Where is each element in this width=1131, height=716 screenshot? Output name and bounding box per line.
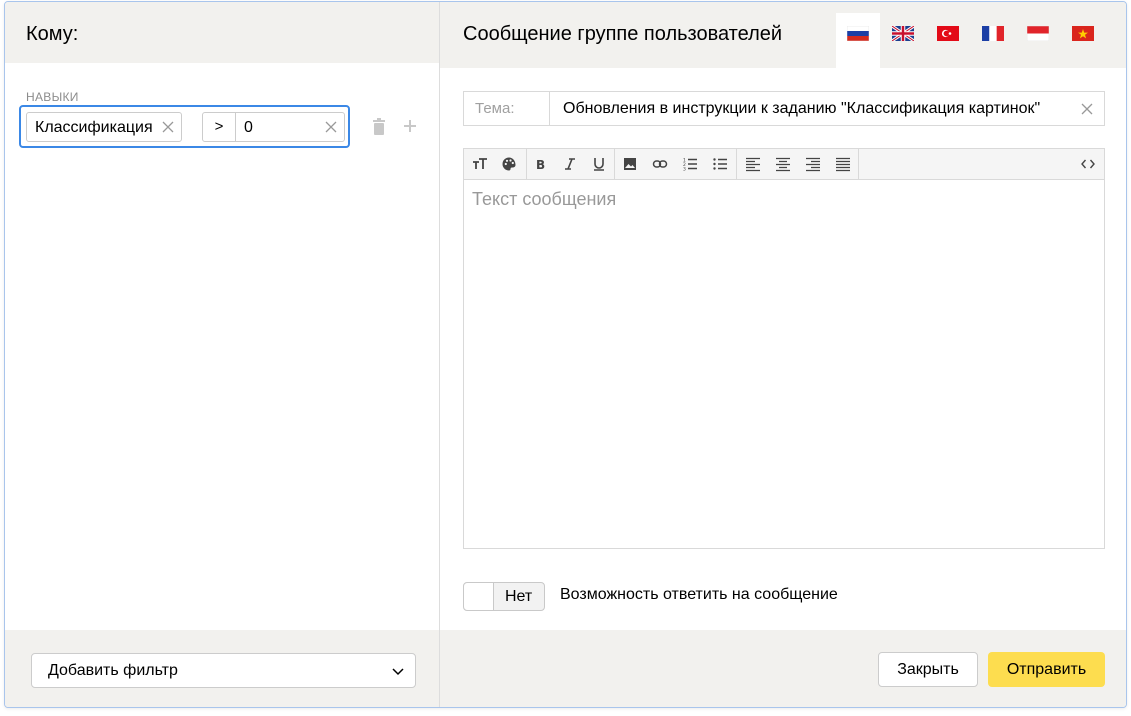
operator-button[interactable]: > bbox=[202, 112, 236, 142]
trash-icon[interactable] bbox=[372, 118, 386, 135]
ordered-list-icon[interactable]: 123 bbox=[681, 155, 699, 173]
reply-toggle[interactable]: Нет bbox=[463, 582, 545, 611]
toolbar-separator bbox=[736, 149, 737, 179]
bullet-list-icon[interactable] bbox=[711, 155, 729, 173]
reply-toggle-state: Нет bbox=[505, 588, 533, 605]
message-title: Сообщение группе пользователей bbox=[463, 23, 783, 45]
message-editor: B 123 Текст сообщения bbox=[463, 148, 1105, 549]
add-filter-dropdown[interactable]: Добавить фильтр bbox=[31, 653, 416, 688]
underline-icon[interactable] bbox=[590, 155, 608, 173]
toolbar-separator bbox=[858, 149, 859, 179]
align-center-icon[interactable] bbox=[774, 155, 792, 173]
skill-filter-row: Классификация картинок > 0 bbox=[19, 105, 350, 148]
font-size-icon[interactable] bbox=[471, 155, 489, 173]
align-right-icon[interactable] bbox=[804, 155, 822, 173]
close-button[interactable]: Закрыть bbox=[878, 652, 978, 687]
toolbar-separator bbox=[614, 149, 615, 179]
clear-subject-icon[interactable] bbox=[1080, 101, 1094, 117]
skills-label: НАВЫКИ bbox=[26, 90, 79, 104]
recipients-title: Кому: bbox=[26, 23, 79, 45]
palette-icon[interactable] bbox=[500, 155, 518, 173]
flag-vn-icon bbox=[1072, 26, 1094, 41]
toggle-knob bbox=[464, 583, 494, 610]
svg-text:3: 3 bbox=[683, 167, 686, 173]
editor-toolbar: B 123 bbox=[464, 149, 1104, 180]
subject-field[interactable]: Тема: Обновления в инструкции к заданию … bbox=[463, 91, 1105, 126]
subject-input[interactable]: Обновления в инструкции к заданию "Класс… bbox=[563, 100, 1040, 118]
lang-tab-fr[interactable] bbox=[971, 13, 1015, 68]
skill-value-text: 0 bbox=[244, 119, 253, 136]
lang-tab-id[interactable] bbox=[1016, 13, 1060, 68]
italic-icon[interactable] bbox=[561, 155, 579, 173]
lang-tab-vn[interactable] bbox=[1061, 13, 1105, 68]
recipients-header: Кому: bbox=[5, 2, 439, 63]
reply-toggle-label: Возможность ответить на сообщение bbox=[560, 586, 838, 603]
link-icon[interactable] bbox=[651, 155, 669, 173]
flag-id-icon bbox=[1027, 26, 1049, 41]
svg-text:B: B bbox=[536, 158, 545, 172]
lang-tab-gb[interactable] bbox=[881, 13, 925, 68]
message-dialog: Кому: НАВЫКИ Классификация картинок > 0 bbox=[4, 1, 1127, 708]
message-body-input[interactable]: Текст сообщения bbox=[472, 189, 616, 210]
clear-value-icon[interactable] bbox=[324, 119, 338, 135]
lang-tab-ru[interactable] bbox=[836, 13, 880, 68]
message-header: Сообщение группе пользователей bbox=[440, 2, 1126, 68]
send-button[interactable]: Отправить bbox=[988, 652, 1105, 687]
toolbar-separator bbox=[526, 149, 527, 179]
subject-label: Тема: bbox=[464, 92, 550, 125]
message-footer: Закрыть Отправить bbox=[440, 630, 1126, 707]
recipients-pane: Кому: НАВЫКИ Классификация картинок > 0 bbox=[5, 2, 440, 707]
align-left-icon[interactable] bbox=[744, 155, 762, 173]
flag-fr-icon bbox=[982, 26, 1004, 41]
chevron-down-icon bbox=[391, 664, 405, 678]
code-view-icon[interactable] bbox=[1079, 155, 1097, 173]
skill-select-value: Классификация картинок bbox=[35, 119, 157, 136]
skill-select[interactable]: Классификация картинок bbox=[26, 112, 182, 142]
flag-gb-icon bbox=[892, 26, 914, 41]
flag-ru-icon bbox=[847, 26, 869, 41]
flag-tr-icon bbox=[937, 26, 959, 41]
clear-skill-icon[interactable] bbox=[161, 119, 175, 135]
message-pane: Сообщение группе пользователей Тема: Обн… bbox=[440, 2, 1126, 707]
align-justify-icon[interactable] bbox=[834, 155, 852, 173]
plus-icon[interactable] bbox=[402, 118, 418, 134]
image-icon[interactable] bbox=[621, 155, 639, 173]
add-filter-label: Добавить фильтр bbox=[48, 662, 178, 679]
bold-icon[interactable]: B bbox=[531, 155, 549, 173]
skill-value-input[interactable]: 0 bbox=[235, 112, 345, 142]
lang-tab-tr[interactable] bbox=[926, 13, 970, 68]
recipients-footer: Добавить фильтр bbox=[5, 630, 439, 707]
